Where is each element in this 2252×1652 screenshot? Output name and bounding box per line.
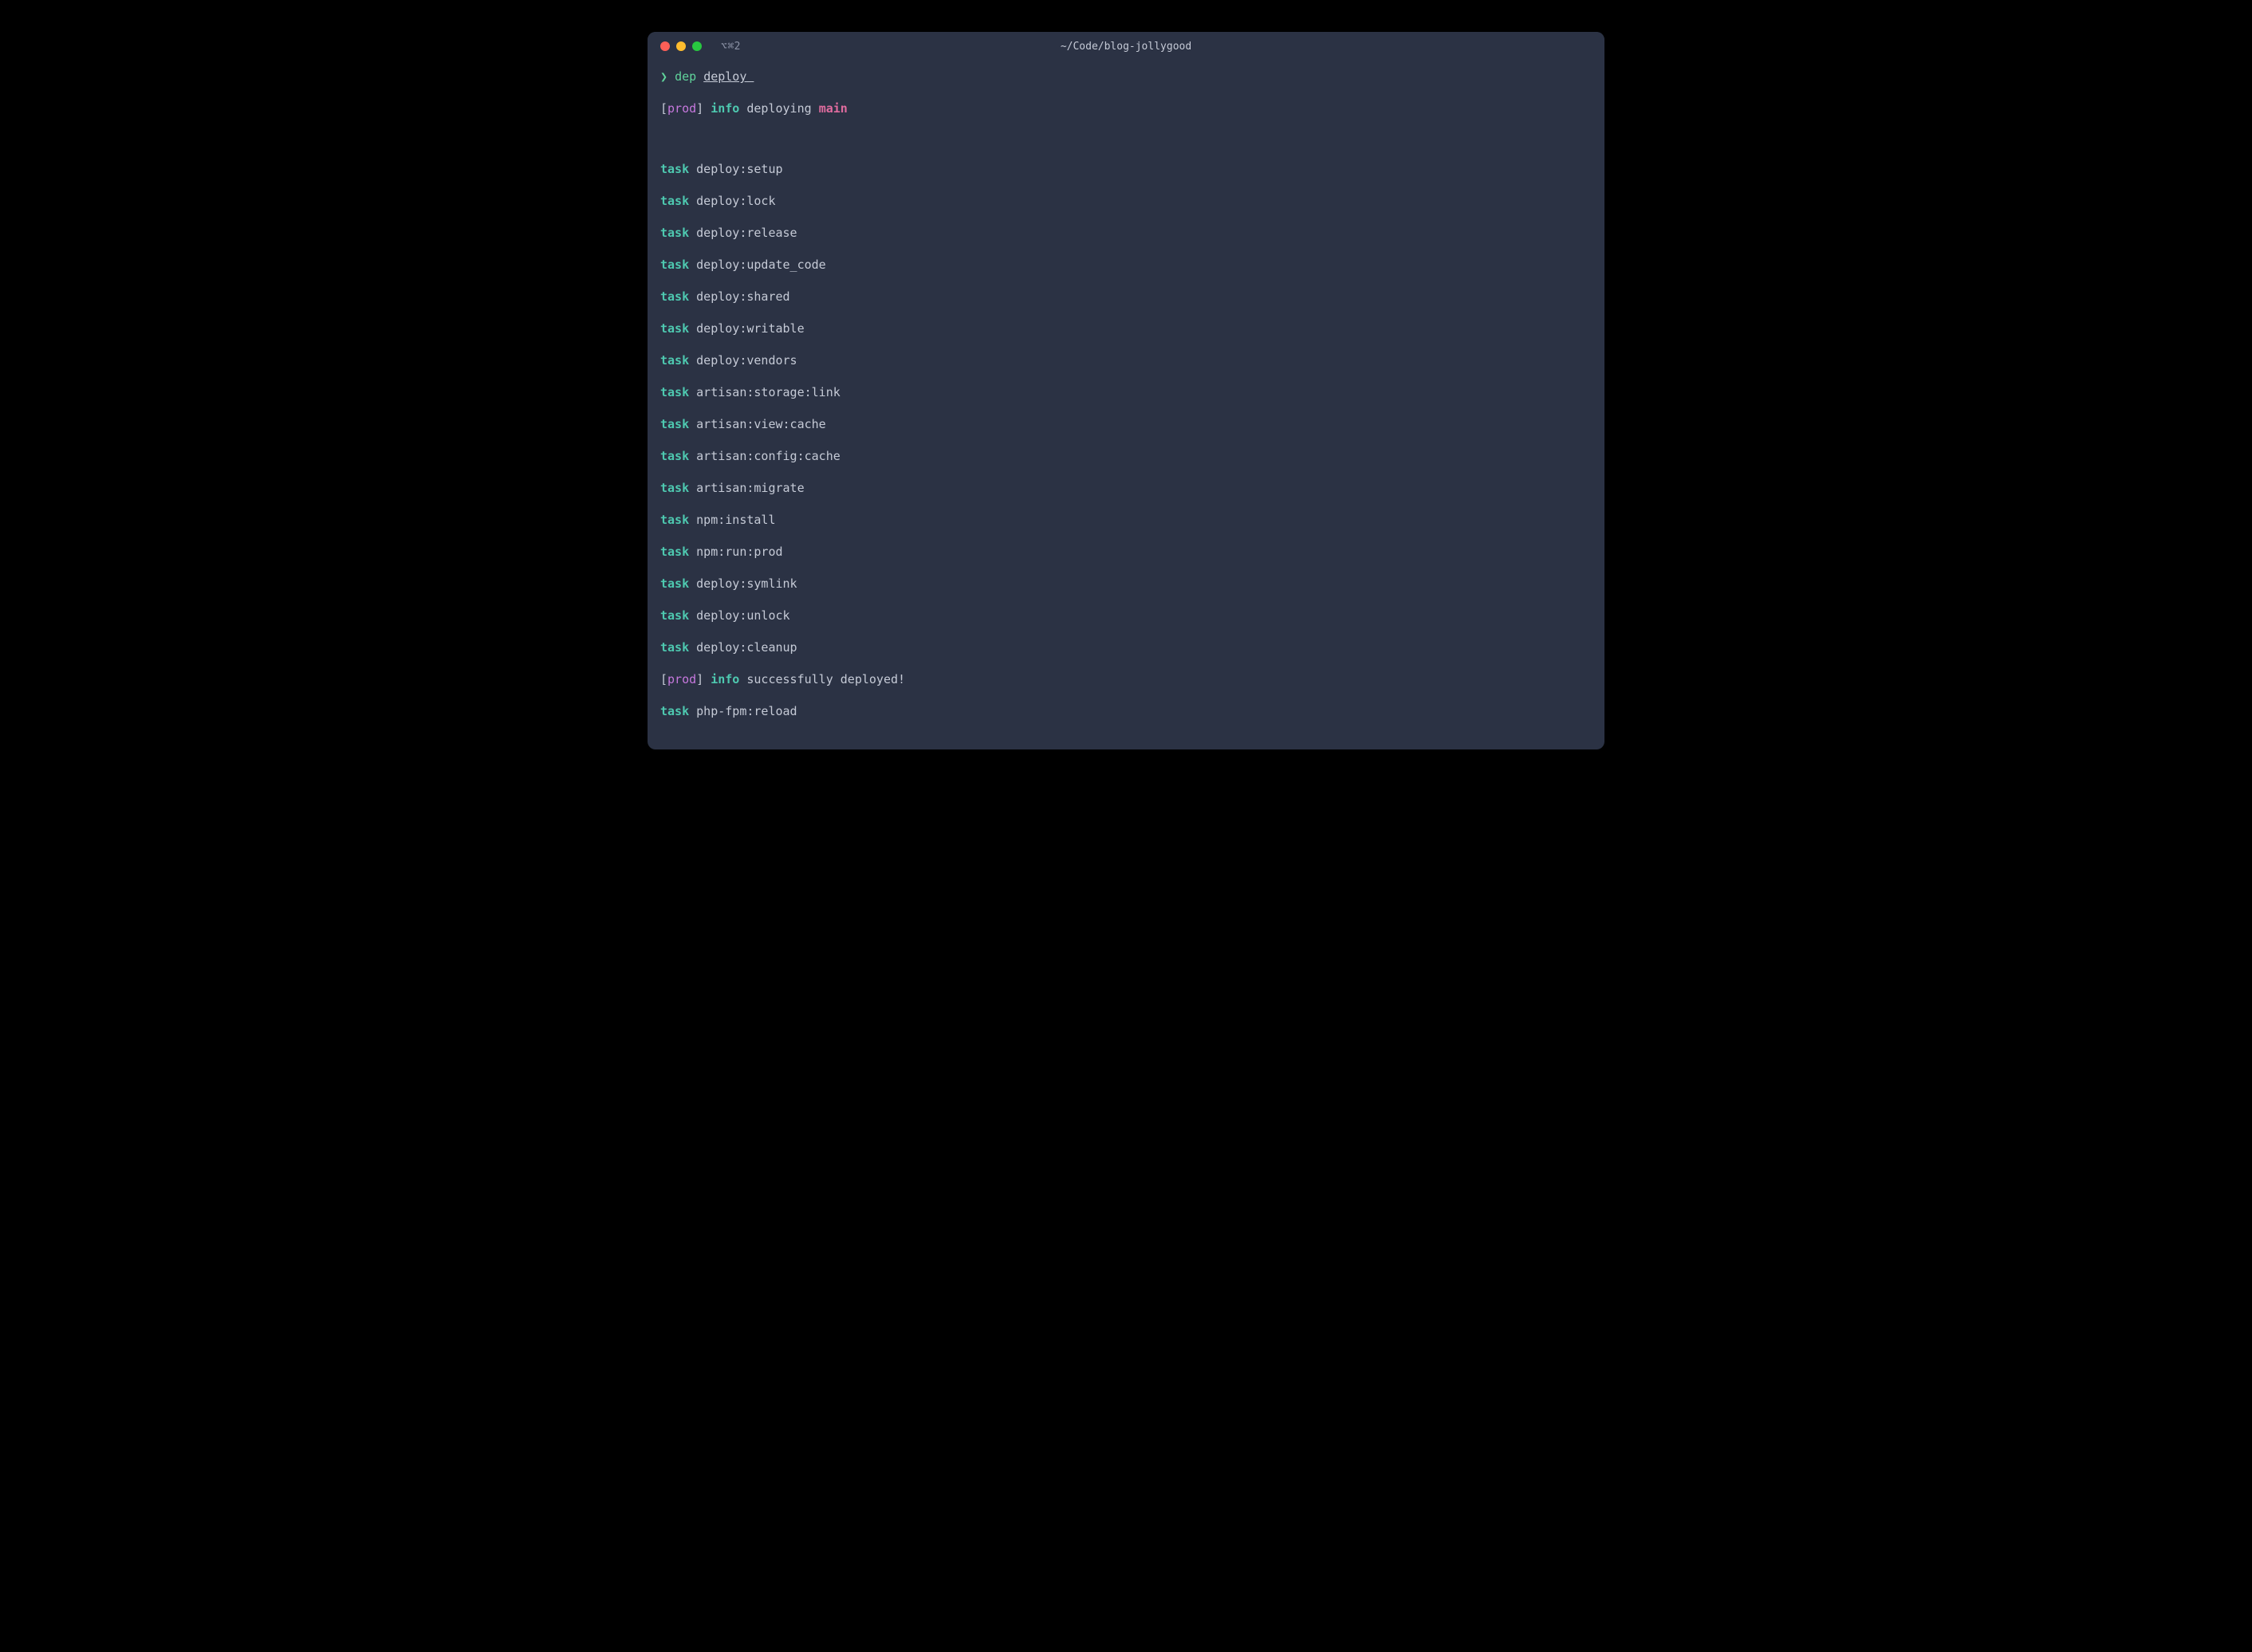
window-title: ~/Code/blog-jollygood: [1061, 41, 1191, 53]
task-row: task deploy:writable: [660, 319, 1592, 338]
task-row: task php-fpm:reload: [660, 702, 1592, 721]
bracket-close: ]: [696, 101, 703, 116]
status-text: successfully deployed!: [746, 672, 905, 686]
task-keyword: task: [660, 385, 689, 399]
task-row: task artisan:view:cache: [660, 415, 1592, 434]
task-row: task deploy:cleanup: [660, 638, 1592, 657]
task-name: deploy:writable: [696, 321, 804, 336]
task-name: deploy:release: [696, 226, 797, 240]
terminal-body[interactable]: ❯ dep deploy [prod] info deploying main …: [648, 61, 1604, 749]
task-name: deploy:setup: [696, 162, 782, 176]
task-row: task artisan:storage:link: [660, 383, 1592, 402]
task-row: task deploy:update_code: [660, 255, 1592, 274]
task-keyword: task: [660, 353, 689, 368]
task-row: task artisan:config:cache: [660, 446, 1592, 466]
branch-name: main: [819, 101, 848, 116]
task-name: deploy:vendors: [696, 353, 797, 368]
host-label: prod: [667, 101, 696, 116]
status-line-deploying: [prod] info deploying main: [660, 99, 1592, 118]
task-keyword: task: [660, 417, 689, 431]
task-keyword: task: [660, 449, 689, 463]
maximize-button[interactable]: [692, 41, 702, 51]
close-button[interactable]: [660, 41, 670, 51]
titlebar[interactable]: ⌥⌘2 ~/Code/blog-jollygood: [648, 32, 1604, 61]
status-line-success: [prod] info successfully deployed!: [660, 670, 1592, 689]
task-keyword: task: [660, 289, 689, 304]
task-name: artisan:migrate: [696, 481, 804, 495]
tasks-list: task deploy:setuptask deploy:locktask de…: [660, 159, 1592, 657]
task-row: task deploy:shared: [660, 287, 1592, 306]
task-name: artisan:storage:link: [696, 385, 841, 399]
task-name: deploy:symlink: [696, 576, 797, 591]
host-label: prod: [667, 672, 696, 686]
minimize-button[interactable]: [676, 41, 686, 51]
status-text: deploying: [746, 101, 811, 116]
bracket-open: [: [660, 101, 667, 116]
task-keyword: task: [660, 576, 689, 591]
task-keyword: task: [660, 545, 689, 559]
info-label: info: [711, 101, 739, 116]
task-name: deploy:shared: [696, 289, 789, 304]
prompt-line: ❯ dep deploy: [660, 67, 1592, 86]
task-name: php-fpm:reload: [696, 704, 797, 718]
spacer: [660, 131, 1592, 159]
task-row: task deploy:vendors: [660, 351, 1592, 370]
task-keyword: task: [660, 194, 689, 208]
task-name: artisan:config:cache: [696, 449, 841, 463]
task-name: deploy:update_code: [696, 258, 826, 272]
command-arg: deploy: [703, 69, 754, 84]
task-keyword: task: [660, 162, 689, 176]
info-label: info: [711, 672, 739, 686]
task-keyword: task: [660, 640, 689, 655]
task-keyword: task: [660, 608, 689, 623]
task-name: npm:install: [696, 513, 775, 527]
prompt-char: ❯: [660, 69, 667, 84]
task-row: task artisan:migrate: [660, 478, 1592, 498]
task-keyword: task: [660, 226, 689, 240]
task-keyword: task: [660, 513, 689, 527]
terminal-window: ⌥⌘2 ~/Code/blog-jollygood ❯ dep deploy […: [648, 32, 1604, 749]
task-keyword: task: [660, 321, 689, 336]
command: dep: [675, 69, 696, 84]
task-row: task deploy:symlink: [660, 574, 1592, 593]
task-keyword: task: [660, 258, 689, 272]
task-name: deploy:lock: [696, 194, 775, 208]
tab-shortcut-label: ⌥⌘2: [721, 41, 741, 53]
bracket-close: ]: [696, 672, 703, 686]
task-keyword: task: [660, 481, 689, 495]
traffic-lights: [660, 41, 702, 51]
task-row: task npm:run:prod: [660, 542, 1592, 561]
task-name: deploy:unlock: [696, 608, 789, 623]
task-name: npm:run:prod: [696, 545, 782, 559]
task-row: task deploy:unlock: [660, 606, 1592, 625]
task-row: task deploy:lock: [660, 191, 1592, 210]
task-keyword: task: [660, 704, 689, 718]
task-name: deploy:cleanup: [696, 640, 797, 655]
task-row: task deploy:release: [660, 223, 1592, 242]
task-name: artisan:view:cache: [696, 417, 826, 431]
bracket-open: [: [660, 672, 667, 686]
task-row: task npm:install: [660, 510, 1592, 529]
task-row: task deploy:setup: [660, 159, 1592, 179]
